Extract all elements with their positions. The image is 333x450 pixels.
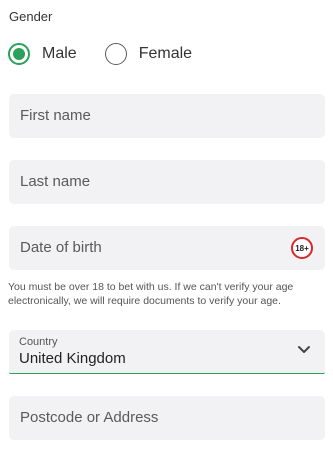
country-value: United Kingdom [19, 350, 126, 367]
date-of-birth-field[interactable]: Date of birth 18+ [9, 226, 325, 270]
age-restriction-icon: 18+ [291, 237, 313, 259]
postcode-address-placeholder: Postcode or Address [20, 409, 159, 426]
gender-option-female[interactable]: Female [104, 43, 193, 65]
country-select[interactable]: Country United Kingdom [9, 330, 325, 374]
postcode-address-field[interactable]: Postcode or Address [9, 396, 325, 440]
gender-option-label: Female [138, 45, 193, 62]
age-verification-note: You must be over 18 to bet with us. If w… [8, 281, 294, 307]
radio-unchecked-icon[interactable] [104, 43, 127, 65]
radio-dot [13, 48, 25, 60]
first-name-placeholder: First name [20, 107, 91, 124]
date-of-birth-placeholder: Date of birth [20, 239, 102, 256]
first-name-field[interactable]: First name [9, 94, 325, 138]
gender-option-label: Male [42, 45, 77, 62]
radio-checked-icon[interactable] [8, 43, 30, 65]
gender-radio-group: Male Female [8, 41, 192, 67]
gender-option-male[interactable]: Male [8, 43, 77, 65]
country-label: Country [19, 336, 58, 348]
chevron-down-icon[interactable] [297, 345, 311, 355]
gender-label: Gender [9, 9, 53, 24]
last-name-placeholder: Last name [20, 173, 91, 190]
last-name-field[interactable]: Last name [9, 160, 325, 204]
